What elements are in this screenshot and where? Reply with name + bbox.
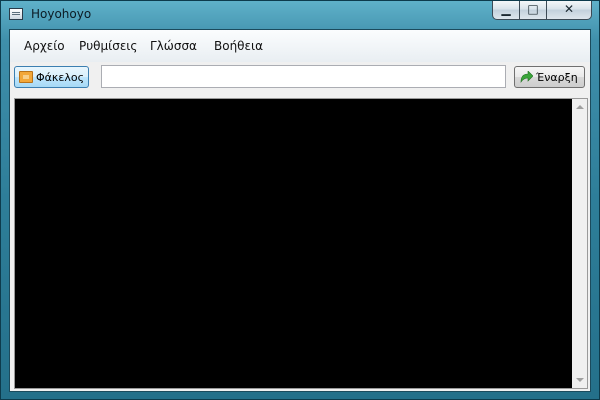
maximize-button[interactable]: □ xyxy=(519,1,547,20)
menu-bar: Αρχείο Ρυθμίσεις Γλώσσα Βοήθεια xyxy=(10,30,590,62)
menu-item-language[interactable]: Γλώσσα xyxy=(150,39,197,53)
close-button[interactable]: ✕ xyxy=(546,1,592,20)
console-output[interactable] xyxy=(15,99,572,388)
folder-button-label: Φάκελος xyxy=(36,71,85,84)
app-window: Hoyohoyo ▁ □ ✕ Αρχείο Ρυθμίσεις Γλώσσα Β… xyxy=(0,0,600,400)
client-area: Αρχείο Ρυθμίσεις Γλώσσα Βοήθεια Φάκελος … xyxy=(9,29,591,392)
app-icon xyxy=(9,8,23,20)
scroll-up-icon[interactable] xyxy=(576,105,584,109)
menu-item-file[interactable]: Αρχείο xyxy=(24,39,65,53)
start-arrow-icon xyxy=(520,71,533,83)
close-icon: ✕ xyxy=(563,2,575,16)
folder-button[interactable]: Φάκελος xyxy=(14,66,89,88)
window-title: Hoyohoyo xyxy=(31,7,92,21)
folder-icon xyxy=(19,71,33,83)
vertical-scrollbar[interactable] xyxy=(572,99,587,388)
menu-item-help[interactable]: Βοήθεια xyxy=(214,39,263,53)
minimize-icon: ▁ xyxy=(501,2,511,16)
toolbar: Φάκελος Έναρξη xyxy=(10,62,590,92)
start-button-label: Έναρξη xyxy=(536,71,578,84)
maximize-icon: □ xyxy=(527,2,539,16)
title-bar[interactable]: Hoyohoyo ▁ □ ✕ xyxy=(1,1,599,29)
scroll-down-icon[interactable] xyxy=(576,378,584,382)
minimize-button[interactable]: ▁ xyxy=(492,1,520,20)
menu-item-settings[interactable]: Ρυθμίσεις xyxy=(79,39,137,53)
output-panel xyxy=(14,98,588,389)
start-button[interactable]: Έναρξη xyxy=(514,66,585,88)
path-input[interactable] xyxy=(101,65,506,88)
